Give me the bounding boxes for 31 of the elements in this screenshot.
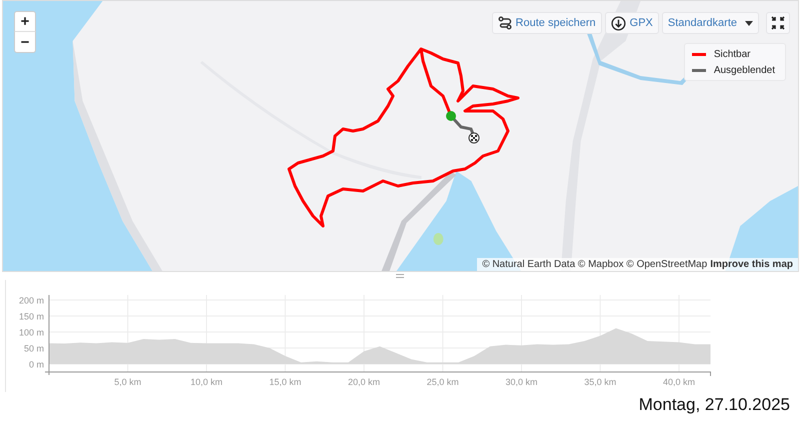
y-tick-label: 150 m <box>18 312 44 322</box>
y-tick-label: 0 m <box>28 360 44 370</box>
y-tick-label: 100 m <box>18 328 44 338</box>
start-marker <box>446 111 456 121</box>
route-icon <box>498 16 512 30</box>
save-route-button[interactable]: Route speichern <box>492 12 602 34</box>
zoom-in-button[interactable]: + <box>14 11 36 32</box>
x-tick-label: 15,0 km <box>269 377 302 387</box>
legend-label: Ausgeblendet <box>714 65 775 76</box>
fullscreen-icon <box>771 16 785 30</box>
fullscreen-button[interactable] <box>766 12 790 34</box>
caret-icon <box>745 20 753 26</box>
gpx-download-button[interactable]: GPX <box>604 12 659 34</box>
attribution-text: © Natural Earth Data © Mapbox © OpenStreetMap <box>482 259 708 270</box>
download-icon <box>610 16 626 30</box>
date-text: Montag, 27.10.2025 <box>638 395 790 415</box>
legend-label: Sichtbar <box>714 49 751 60</box>
map-style-dropdown[interactable]: Standardkarte <box>662 12 759 34</box>
x-tick-label: 10,0 km <box>190 377 222 387</box>
x-tick-label: 30,0 km <box>506 377 538 387</box>
x-tick-label: 5,0 km <box>114 377 142 387</box>
improve-map-link[interactable]: Improve this map <box>710 259 793 270</box>
x-tick-label: 20,0 km <box>348 377 380 387</box>
x-tick-label: 40,0 km <box>663 377 695 387</box>
resize-handle-icon[interactable] <box>396 274 404 278</box>
x-tick-label: 35,0 km <box>584 377 616 387</box>
map[interactable]: + − Route speichern GPX Standardkarte Sichtbar Ausgeblendet © Natural Earth Data © Mapbox © OpenStreetMap Improve this map <box>2 0 799 272</box>
y-tick-label: 50 m <box>24 344 44 354</box>
x-tick-label: 25,0 km <box>426 377 459 387</box>
y-tick-label: 200 m <box>18 296 44 306</box>
zoom-out-button[interactable]: − <box>14 32 36 53</box>
